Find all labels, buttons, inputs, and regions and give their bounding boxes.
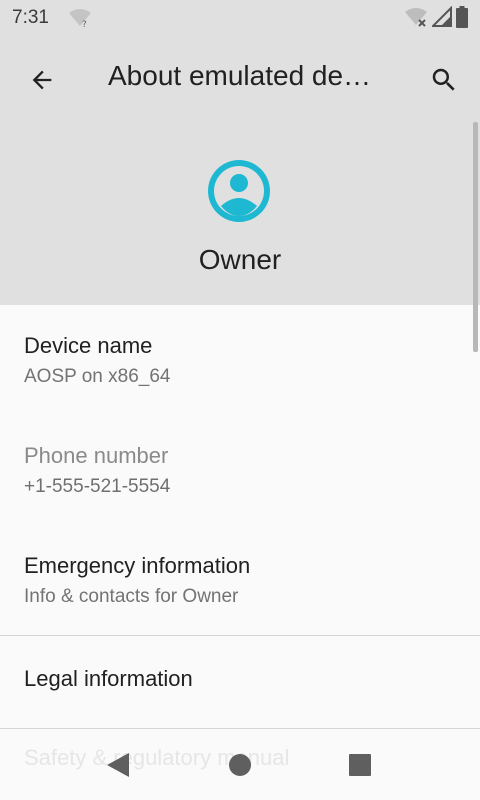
navigation-bar [0, 730, 480, 800]
divider [0, 635, 480, 636]
pref-summary: +1-555-521-5554 [24, 476, 171, 497]
nav-home-button[interactable] [218, 748, 262, 782]
search-icon [432, 68, 455, 91]
circle-home-icon [229, 754, 251, 776]
signal-icon [430, 5, 452, 33]
back-button[interactable] [22, 62, 62, 98]
pref-title: Legal information [24, 666, 193, 691]
owner-name: Owner [198, 244, 282, 275]
account-circle-icon [208, 160, 270, 222]
pref-title: Device name [24, 333, 153, 358]
arrow-back-icon [32, 70, 52, 90]
nav-back-button[interactable] [96, 748, 140, 782]
status-time: 7:31 [12, 7, 49, 28]
status-icons [404, 5, 468, 33]
wifi-unknown-icon: ? [68, 8, 92, 33]
pref-summary: AOSP on x86_64 [24, 366, 171, 387]
divider [0, 728, 480, 729]
triangle-back-icon [107, 753, 129, 777]
pref-emergency-information[interactable]: Emergency information Info & contacts fo… [0, 551, 480, 611]
pref-title: Emergency information [24, 553, 251, 578]
pref-legal-information[interactable]: Legal information [0, 664, 480, 694]
pref-device-name[interactable]: Device name AOSP on x86_64 [0, 331, 480, 391]
scrollbar[interactable] [473, 122, 478, 352]
search-button[interactable] [424, 62, 464, 98]
pref-summary: Info & contacts for Owner [24, 586, 239, 607]
svg-text:?: ? [82, 20, 87, 28]
pref-phone-number: Phone number +1-555-521-5554 [0, 441, 480, 501]
nav-recents-button[interactable] [338, 748, 382, 782]
square-recents-icon [349, 754, 371, 776]
wifi-off-icon [404, 6, 428, 33]
battery-icon [456, 6, 468, 33]
status-bar: 7:31 ? [0, 0, 480, 36]
pref-title: Phone number [24, 443, 169, 468]
app-bar: About emulated de… [0, 36, 480, 122]
page-title: About emulated de… [108, 60, 372, 91]
profile-header: Owner [0, 122, 480, 305]
